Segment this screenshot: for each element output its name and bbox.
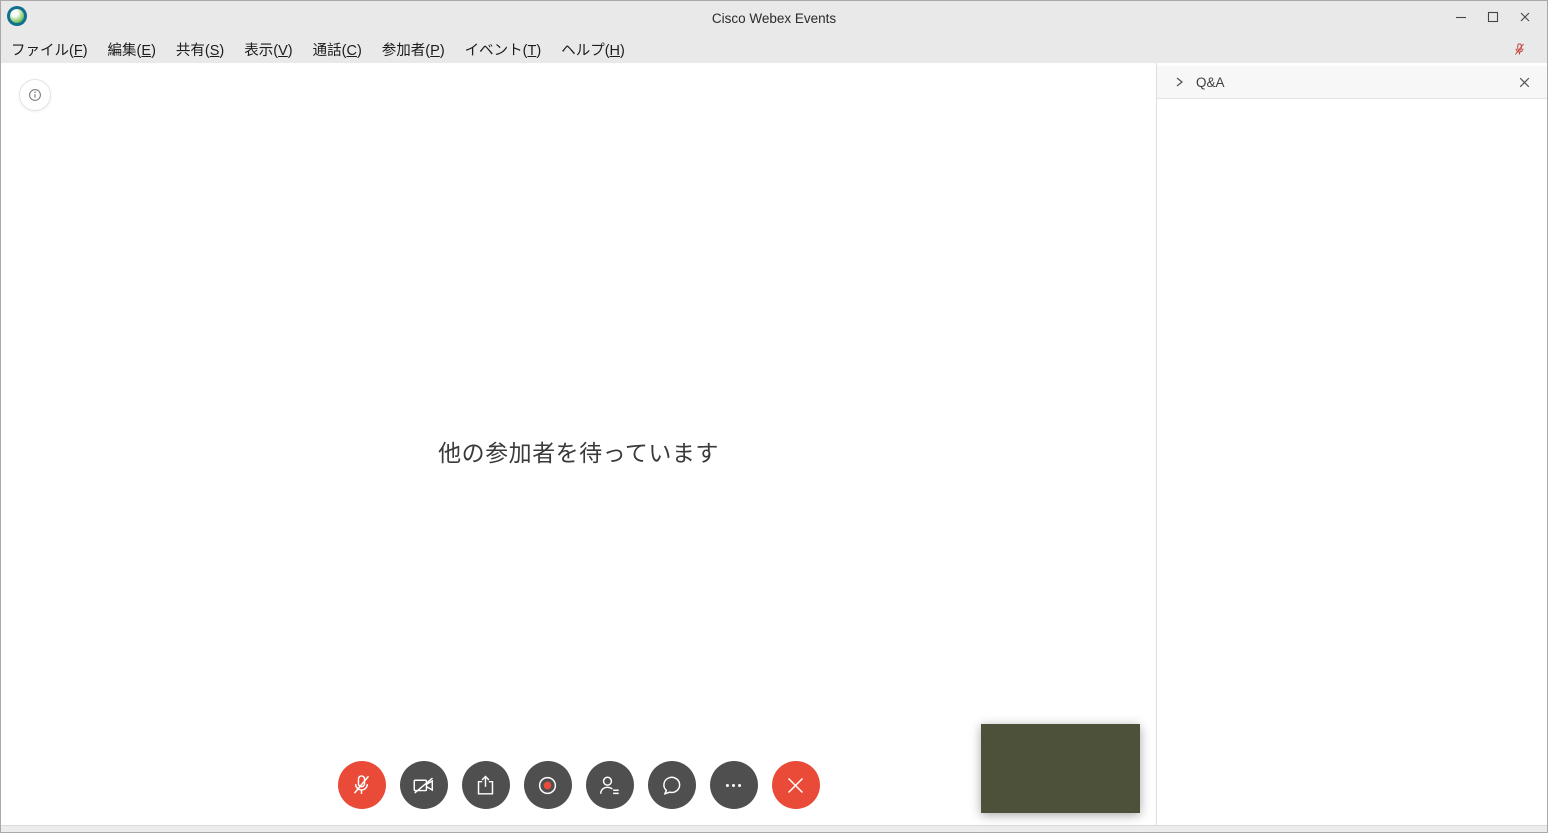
menu-edit[interactable]: 編集E xyxy=(98,38,166,63)
chat-button[interactable] xyxy=(648,761,696,809)
close-icon xyxy=(1518,76,1531,89)
self-view-video[interactable] xyxy=(981,724,1140,813)
waiting-message: 他の参加者を待っています xyxy=(1,434,1156,468)
close-icon xyxy=(1519,11,1531,23)
maximize-button[interactable] xyxy=(1477,3,1509,31)
minimize-button[interactable] xyxy=(1445,3,1477,31)
video-off-icon xyxy=(410,772,437,799)
qa-collapse-button[interactable] xyxy=(1171,74,1187,90)
webex-logo-icon xyxy=(7,6,27,26)
meeting-info-button[interactable] xyxy=(19,79,51,111)
info-icon xyxy=(26,86,44,104)
menu-help[interactable]: ヘルプH xyxy=(551,38,635,63)
leave-button[interactable] xyxy=(772,761,820,809)
meeting-control-bar xyxy=(338,761,820,809)
qa-panel-header: Q&A xyxy=(1157,66,1547,99)
record-button[interactable] xyxy=(524,761,572,809)
close-icon xyxy=(782,772,809,799)
qa-panel: Q&A xyxy=(1157,63,1547,825)
menu-share[interactable]: 共有S xyxy=(166,38,234,63)
video-button[interactable] xyxy=(400,761,448,809)
close-window-button[interactable] xyxy=(1509,3,1541,31)
menu-participants[interactable]: 参加者P xyxy=(372,38,455,63)
content-area: 他の参加者を待っています xyxy=(1,63,1547,825)
share-icon xyxy=(472,772,499,799)
chat-icon xyxy=(658,772,685,799)
meeting-stage: 他の参加者を待っています xyxy=(1,63,1157,825)
minimize-icon xyxy=(1455,11,1467,23)
titlebar: Cisco Webex Events xyxy=(1,1,1547,38)
mic-muted-icon xyxy=(348,772,375,799)
menu-view[interactable]: 表示V xyxy=(234,38,302,63)
window-controls xyxy=(1445,3,1541,31)
mute-button[interactable] xyxy=(338,761,386,809)
more-icon xyxy=(720,772,747,799)
qa-panel-title: Q&A xyxy=(1196,75,1516,90)
participants-button[interactable] xyxy=(586,761,634,809)
menu-event[interactable]: イベントT xyxy=(455,38,552,63)
share-button[interactable] xyxy=(462,761,510,809)
qa-close-button[interactable] xyxy=(1516,74,1533,91)
chevron-right-icon xyxy=(1173,76,1185,88)
webex-window: Cisco Webex Events ファイルF 編集E 共有S 表示 xyxy=(0,0,1548,833)
window-title: Cisco Webex Events xyxy=(712,11,836,26)
muted-mic-icon xyxy=(1512,41,1527,58)
qa-panel-body xyxy=(1157,99,1547,825)
menu-call[interactable]: 通話C xyxy=(303,38,372,63)
record-icon xyxy=(534,772,561,799)
menu-file[interactable]: ファイルF xyxy=(11,38,98,63)
more-button[interactable] xyxy=(710,761,758,809)
bottom-strip xyxy=(1,825,1547,832)
participants-icon xyxy=(596,772,623,799)
menubar: ファイルF 編集E 共有S 表示V 通話C 参加者P イベントT ヘルプH xyxy=(1,38,1547,63)
maximize-icon xyxy=(1487,11,1499,23)
